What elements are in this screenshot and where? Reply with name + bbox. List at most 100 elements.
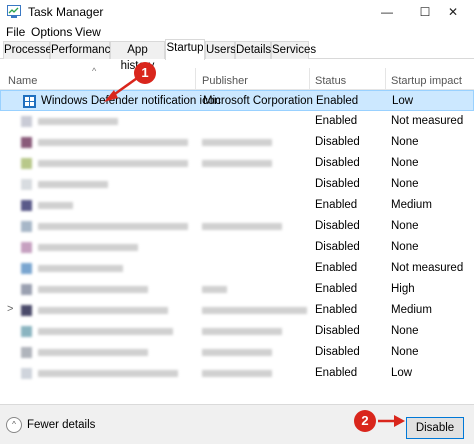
blurred-name — [38, 181, 108, 188]
table-row[interactable]: Windows Defender notification icon Micro… — [0, 90, 474, 111]
menu-file[interactable]: File — [6, 25, 25, 39]
table-row[interactable]: Enabled Not measured — [0, 111, 474, 132]
footer-bar: ^ Fewer details Disable — [0, 404, 474, 444]
blurred-publisher — [202, 328, 282, 335]
row-status: Enabled — [315, 262, 358, 274]
column-divider[interactable] — [385, 68, 386, 90]
row-impact: Low — [391, 367, 413, 379]
row-status: Disabled — [315, 325, 360, 337]
title-bar: Task Manager — ☐ ✕ — [0, 0, 474, 24]
table-row[interactable]: Enabled Not measured — [0, 258, 474, 279]
blurred-name — [38, 265, 123, 272]
blurred-name — [38, 349, 148, 356]
blurred-name — [38, 307, 168, 314]
blurred-name — [38, 202, 73, 209]
app-icon — [21, 368, 32, 379]
table-row[interactable]: Enabled Medium — [0, 195, 474, 216]
row-impact: Not measured — [391, 262, 464, 274]
tab-startup[interactable]: Startup — [165, 39, 205, 60]
fewer-details-button[interactable]: ^ Fewer details — [6, 417, 95, 435]
app-icon — [21, 347, 32, 358]
row-impact: Not measured — [391, 115, 464, 127]
blurred-name — [38, 223, 188, 230]
column-name[interactable]: Name — [8, 75, 37, 87]
chevron-up-icon: ^ — [6, 417, 22, 433]
minimize-button[interactable]: — — [366, 0, 408, 24]
row-status: Enabled — [316, 95, 359, 107]
app-icon — [21, 263, 32, 274]
tab-processes[interactable]: Processes — [3, 41, 58, 59]
blurred-publisher — [202, 160, 272, 167]
row-status: Enabled — [315, 304, 358, 316]
blurred-publisher — [202, 349, 272, 356]
blurred-name — [38, 160, 188, 167]
row-impact: None — [391, 346, 419, 358]
row-status: Disabled — [315, 346, 360, 358]
menu-view[interactable]: View — [75, 25, 101, 39]
blurred-publisher — [202, 223, 282, 230]
close-button[interactable]: ✕ — [432, 0, 474, 24]
tab-users[interactable]: Users — [205, 41, 236, 59]
menu-options[interactable]: Options — [31, 25, 72, 39]
row-status: Enabled — [315, 367, 358, 379]
disable-button[interactable]: Disable — [406, 417, 464, 439]
row-name: Windows Defender notification icon — [41, 95, 221, 107]
table-row[interactable]: Disabled None — [0, 237, 474, 258]
column-divider[interactable] — [195, 68, 196, 90]
row-impact: High — [391, 283, 415, 295]
row-impact: None — [391, 220, 419, 232]
chevron-right-icon[interactable]: > — [7, 303, 13, 315]
task-manager-icon — [7, 5, 21, 18]
app-icon — [21, 137, 32, 148]
blurred-publisher — [202, 286, 227, 293]
callout-badge-2: 2 — [354, 410, 376, 432]
tab-app-history[interactable]: App history — [110, 41, 165, 72]
blurred-name — [38, 244, 138, 251]
blurred-publisher — [202, 370, 272, 377]
column-startup-impact[interactable]: Startup impact — [391, 75, 462, 87]
row-status: Disabled — [315, 220, 360, 232]
row-impact: None — [391, 157, 419, 169]
blurred-name — [38, 118, 118, 125]
windows-defender-icon — [23, 95, 36, 108]
row-publisher: Microsoft Corporation — [203, 95, 313, 107]
app-icon — [21, 116, 32, 127]
table-row[interactable]: Disabled None — [0, 174, 474, 195]
row-impact: Medium — [391, 199, 432, 211]
blurred-name — [38, 286, 148, 293]
callout-badge-1: 1 — [134, 62, 156, 84]
table-row[interactable]: > Enabled Medium — [0, 300, 474, 321]
blurred-name — [38, 139, 188, 146]
row-impact: None — [391, 136, 419, 148]
app-icon — [21, 305, 32, 316]
table-row[interactable]: Disabled None — [0, 342, 474, 363]
table-row[interactable]: Disabled None — [0, 321, 474, 342]
table-row[interactable]: Disabled None — [0, 216, 474, 237]
menu-bar: File Options View — [0, 24, 474, 42]
table-row[interactable]: Disabled None — [0, 153, 474, 174]
row-impact: None — [391, 325, 419, 337]
blurred-publisher — [202, 139, 272, 146]
table-row[interactable]: Enabled High — [0, 279, 474, 300]
tab-strip: Processes Performance App history Startu… — [0, 39, 474, 72]
app-icon — [21, 284, 32, 295]
tab-performance[interactable]: Performance — [50, 41, 117, 59]
row-status: Enabled — [315, 115, 358, 127]
app-icon — [21, 326, 32, 337]
table-row[interactable]: Enabled Low — [0, 363, 474, 384]
app-icon — [21, 221, 32, 232]
app-icon — [21, 200, 32, 211]
row-status: Disabled — [315, 157, 360, 169]
row-status: Disabled — [315, 178, 360, 190]
column-divider[interactable] — [309, 68, 310, 90]
tab-details[interactable]: Details — [235, 41, 271, 59]
tab-services[interactable]: Services — [271, 41, 316, 59]
row-status: Enabled — [315, 283, 358, 295]
row-status: Disabled — [315, 241, 360, 253]
column-publisher[interactable]: Publisher — [202, 75, 248, 87]
column-status[interactable]: Status — [315, 75, 346, 87]
app-icon — [21, 158, 32, 169]
table-row[interactable]: Disabled None — [0, 132, 474, 153]
blurred-publisher — [202, 307, 307, 314]
row-status: Disabled — [315, 136, 360, 148]
